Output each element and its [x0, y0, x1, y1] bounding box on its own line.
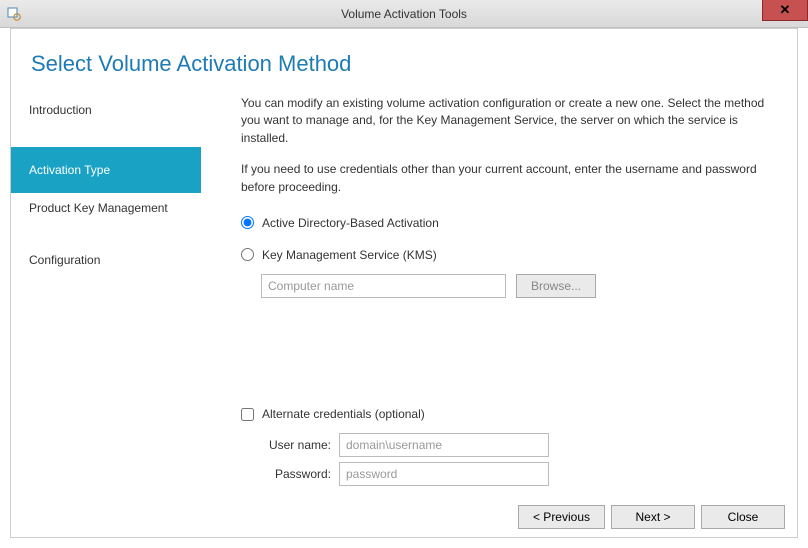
- titlebar: Volume Activation Tools ✕: [0, 0, 808, 28]
- alt-creds-checkbox-row[interactable]: Alternate credentials (optional): [241, 407, 775, 421]
- sidebar-item-label: Configuration: [29, 253, 100, 267]
- app-icon: [6, 6, 22, 22]
- spacer: [241, 298, 775, 399]
- radio-adba-label: Active Directory-Based Activation: [262, 216, 439, 230]
- main-panel: You can modify an existing volume activa…: [201, 95, 797, 497]
- radio-kms-input[interactable]: [241, 248, 254, 261]
- browse-button[interactable]: Browse...: [516, 274, 596, 298]
- sidebar-item-product-key-management[interactable]: Product Key Management: [11, 193, 201, 245]
- sidebar-item-label: Introduction: [29, 103, 92, 117]
- content-panel: Select Volume Activation Method Introduc…: [10, 28, 798, 538]
- alt-creds-label: Alternate credentials (optional): [262, 407, 425, 421]
- sidebar-item-activation-type[interactable]: Activation Type: [11, 147, 201, 193]
- wizard-footer: < Previous Next > Close: [11, 497, 797, 537]
- username-input[interactable]: [339, 433, 549, 457]
- kms-subrow: Browse...: [261, 274, 775, 298]
- intro-paragraph-1: You can modify an existing volume activa…: [241, 95, 775, 147]
- close-button[interactable]: Close: [701, 505, 785, 529]
- window-close-button[interactable]: ✕: [762, 0, 808, 21]
- sidebar-item-introduction[interactable]: Introduction: [11, 95, 201, 147]
- wizard-body: Select Volume Activation Method Introduc…: [0, 28, 808, 548]
- radio-kms-label: Key Management Service (KMS): [262, 248, 437, 262]
- password-row: Password:: [261, 462, 775, 486]
- radio-adba-input[interactable]: [241, 216, 254, 229]
- password-input[interactable]: [339, 462, 549, 486]
- page-title: Select Volume Activation Method: [11, 29, 797, 95]
- sidebar-item-label: Activation Type: [29, 163, 110, 177]
- previous-button[interactable]: < Previous: [518, 505, 605, 529]
- body-area: Introduction Activation Type Product Key…: [11, 95, 797, 497]
- radio-adba[interactable]: Active Directory-Based Activation: [241, 216, 775, 230]
- sidebar-item-configuration[interactable]: Configuration: [11, 245, 201, 275]
- username-label: User name:: [261, 438, 331, 452]
- radio-kms[interactable]: Key Management Service (KMS): [241, 248, 775, 262]
- close-icon: ✕: [780, 2, 791, 18]
- sidebar-item-label: Product Key Management: [29, 201, 168, 215]
- next-button[interactable]: Next >: [611, 505, 695, 529]
- wizard-sidebar: Introduction Activation Type Product Key…: [11, 95, 201, 497]
- intro-paragraph-2: If you need to use credentials other tha…: [241, 161, 775, 196]
- password-label: Password:: [261, 467, 331, 481]
- alt-creds-section: Alternate credentials (optional) User na…: [241, 407, 775, 491]
- username-row: User name:: [261, 433, 775, 457]
- computer-name-input[interactable]: [261, 274, 506, 298]
- alt-creds-checkbox[interactable]: [241, 408, 254, 421]
- window-root: Volume Activation Tools ✕ Select Volume …: [0, 0, 808, 548]
- window-title: Volume Activation Tools: [341, 7, 467, 21]
